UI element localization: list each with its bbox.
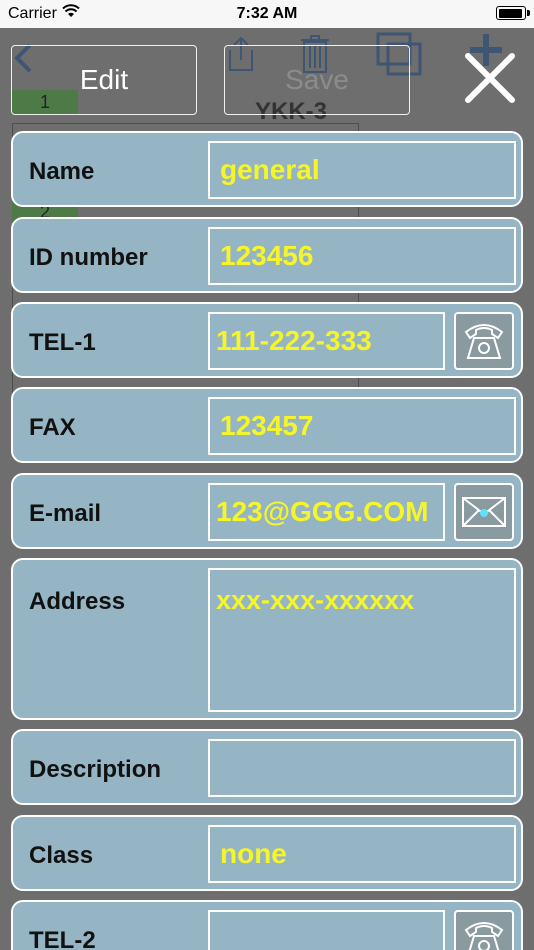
fax-field[interactable]: 123457: [208, 397, 516, 455]
name-field[interactable]: general: [208, 141, 516, 199]
id-number-field[interactable]: 123456: [208, 227, 516, 285]
status-bar: Carrier 7:32 AM: [0, 0, 534, 28]
description-label: Description: [29, 756, 162, 783]
fax-row: FAX 123457: [11, 387, 523, 463]
name-row: Name general: [11, 131, 523, 207]
tel2-row: TEL-2: [11, 900, 523, 950]
address-field[interactable]: xxx-xxx-xxxxxx: [208, 568, 516, 712]
description-row: Description: [11, 729, 523, 805]
send-email-button[interactable]: [454, 483, 514, 541]
envelope-icon: [462, 497, 506, 527]
status-time: 7:32 AM: [236, 5, 298, 22]
tel2-label: TEL-2: [29, 927, 96, 950]
edit-button[interactable]: Edit: [11, 45, 197, 115]
tel1-label: TEL-1: [29, 329, 96, 356]
id-number-label: ID number: [29, 244, 148, 271]
description-field[interactable]: [208, 739, 516, 797]
telephone-icon: [464, 324, 504, 359]
battery-icon: [496, 6, 530, 20]
email-label: E-mail: [29, 500, 102, 527]
class-label: Class: [29, 842, 94, 869]
telephone-icon: [464, 922, 504, 950]
close-icon[interactable]: [460, 48, 520, 108]
tel1-row: TEL-1 111-222-333: [11, 302, 523, 378]
email-row: E-mail 123@GGG.COM: [11, 473, 523, 549]
tel1-field[interactable]: 111-222-333: [208, 312, 445, 370]
call-tel2-button[interactable]: [454, 910, 514, 950]
id-number-row: ID number 123456: [11, 217, 523, 293]
address-row: Address xxx-xxx-xxxxxx: [11, 558, 523, 720]
name-label: Name: [29, 158, 95, 185]
email-field[interactable]: 123@GGG.COM: [208, 483, 445, 541]
class-row: Class none: [11, 815, 523, 891]
save-button[interactable]: Save: [224, 45, 410, 115]
address-label: Address: [29, 588, 126, 615]
class-field[interactable]: none: [208, 825, 516, 883]
tel2-field[interactable]: [208, 910, 445, 950]
call-tel1-button[interactable]: [454, 312, 514, 370]
fax-label: FAX: [29, 414, 76, 441]
